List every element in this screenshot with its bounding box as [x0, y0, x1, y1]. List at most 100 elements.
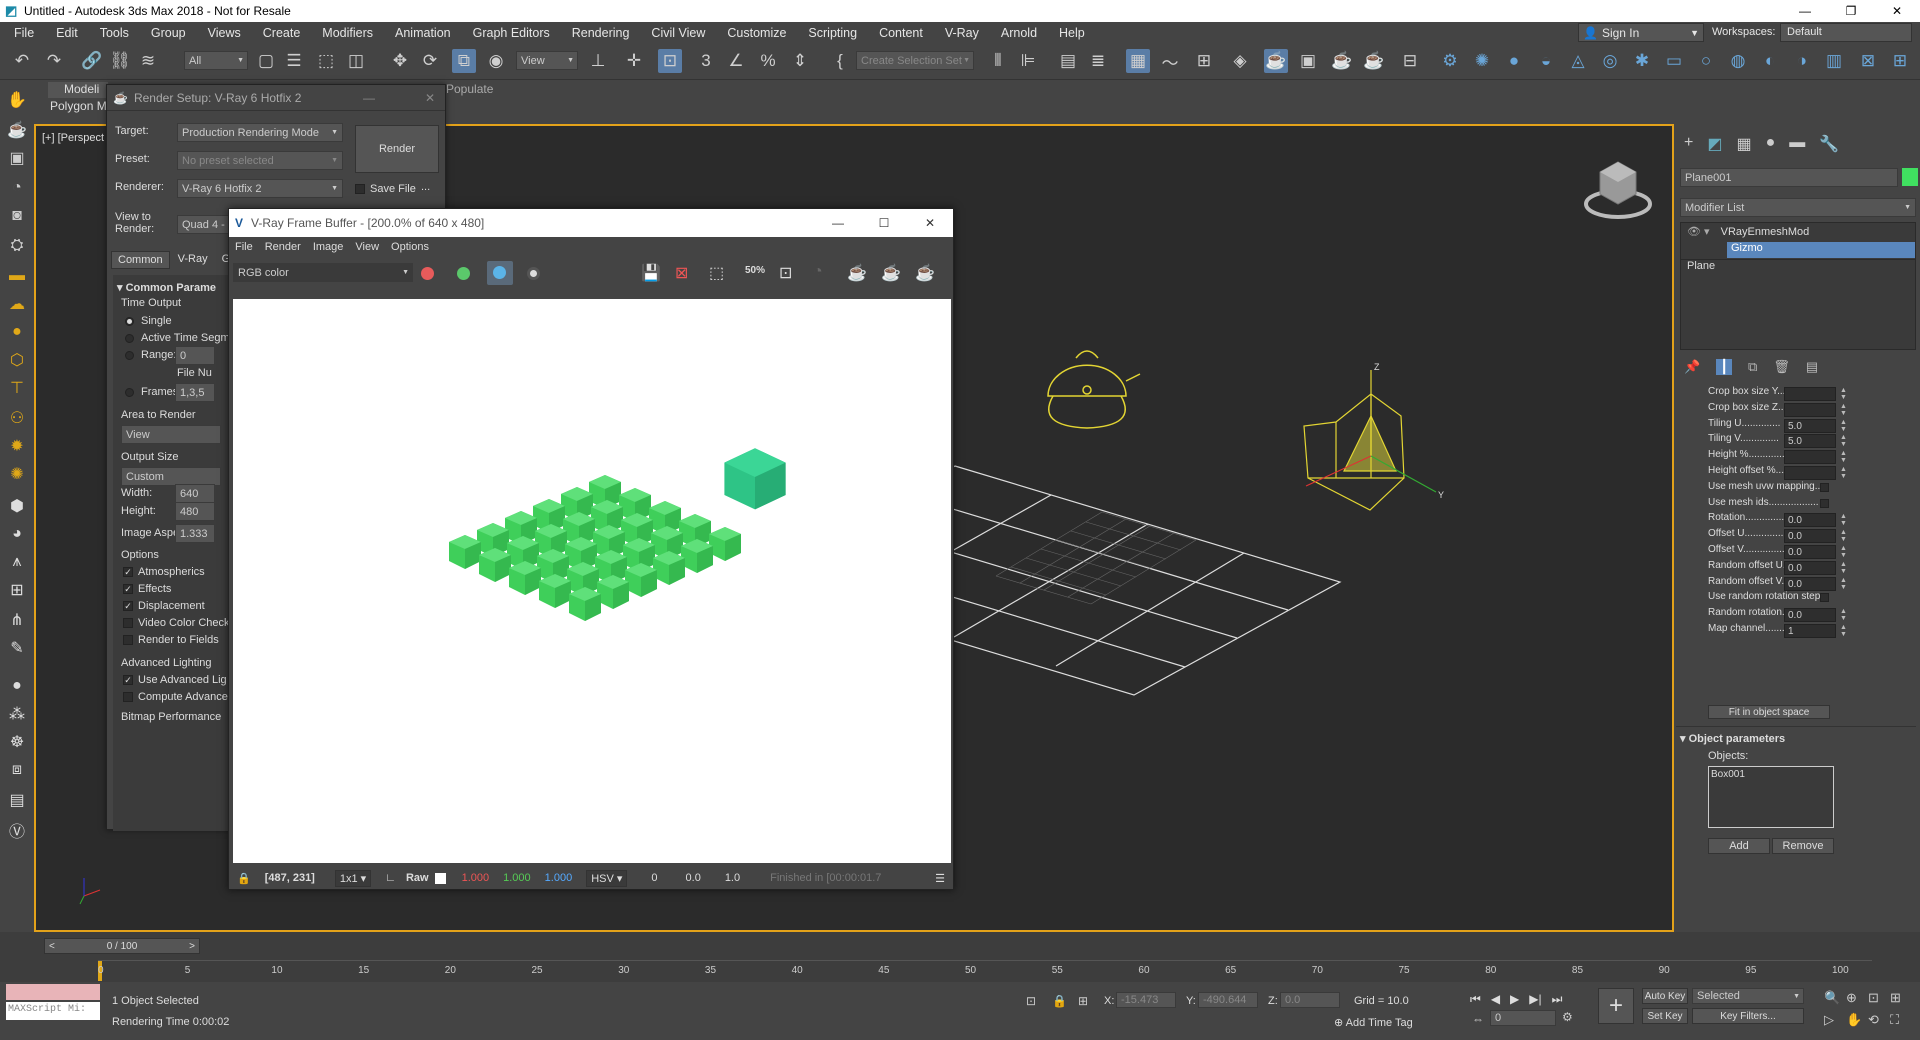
param-spinner[interactable]: [1784, 450, 1836, 465]
effects-checkbox[interactable]: ✓ Effects: [123, 583, 171, 595]
key-filters-button[interactable]: Key Filters...: [1692, 1008, 1804, 1024]
render-setup-close[interactable]: ✕: [425, 91, 435, 105]
param-spinner[interactable]: 0.0: [1784, 529, 1836, 544]
param-spinner[interactable]: 0.0: [1784, 608, 1836, 623]
vray-lights-icon[interactable]: ⚙: [1438, 49, 1462, 73]
biped-icon[interactable]: ⩚: [5, 550, 29, 574]
frames-radio[interactable]: Frames: [125, 386, 178, 398]
range-radio[interactable]: Range:: [125, 349, 176, 361]
go-to-start-icon[interactable]: ⏮: [1470, 992, 1481, 1007]
y-coord-field[interactable]: -490.644: [1198, 992, 1258, 1008]
paint-icon[interactable]: ✎: [5, 636, 29, 660]
named-sets-icon[interactable]: {: [828, 49, 852, 73]
param-spinner[interactable]: 5.0: [1784, 434, 1836, 449]
param-spinner[interactable]: 5.0: [1784, 418, 1836, 433]
key-mode-icon[interactable]: ⇔: [1472, 1012, 1484, 1026]
color-mode-dropdown[interactable]: HSV ▾: [586, 869, 628, 887]
vfb-close[interactable]: ✕: [907, 216, 953, 230]
material-sphere-icon[interactable]: ●: [5, 674, 29, 698]
vray-vfb-icon[interactable]: ▥: [1822, 49, 1846, 73]
scene-explorer-icon[interactable]: ≣: [1086, 49, 1110, 73]
menu-customize[interactable]: Customize: [716, 26, 797, 40]
previous-frame-icon[interactable]: ◀: [1491, 992, 1500, 1007]
workspaces-dropdown[interactable]: Default: [1780, 23, 1912, 42]
vfb-menu-view[interactable]: View: [349, 241, 385, 253]
grass-icon[interactable]: ⋔: [5, 608, 29, 632]
select-by-name-icon[interactable]: ☰: [282, 49, 306, 73]
spinner-arrows-icon[interactable]: ▲▼: [1840, 466, 1848, 480]
menu-graph-editors[interactable]: Graph Editors: [462, 26, 561, 40]
object-name-field[interactable]: Plane001: [1680, 168, 1898, 187]
ribbon-toggle-icon[interactable]: ▦: [1126, 49, 1150, 73]
time-slider[interactable]: < 0 / 100 >: [44, 938, 200, 954]
height-field[interactable]: 480: [175, 502, 215, 521]
snap-3d-icon[interactable]: 3: [694, 49, 718, 73]
save-file-checkbox[interactable]: Save File: [355, 183, 416, 195]
alpha-channel-icon[interactable]: [527, 267, 540, 280]
vfb-render-image[interactable]: [233, 299, 951, 863]
preset-dropdown[interactable]: No preset selected ▼: [177, 151, 343, 170]
objects-listbox[interactable]: Box001: [1708, 766, 1834, 828]
move-icon[interactable]: ✥: [388, 49, 412, 73]
param-checkbox[interactable]: [1820, 593, 1829, 603]
vfb-channel-dropdown[interactable]: RGB color ▼: [233, 263, 413, 282]
scale-icon[interactable]: ⧉: [452, 49, 476, 73]
vfb-maximize[interactable]: ☐: [861, 216, 907, 230]
spinner-snap-icon[interactable]: ⇕: [788, 49, 812, 73]
align-icon[interactable]: ⊫: [1016, 49, 1040, 73]
active-segment-radio[interactable]: Active Time Segm: [125, 332, 230, 344]
vray-logo-icon[interactable]: Ⓥ: [5, 818, 29, 842]
ribbon-tab-modeling[interactable]: Modeli: [48, 82, 108, 98]
camera-icon[interactable]: ◙: [5, 204, 29, 228]
skylight-icon[interactable]: ✺: [5, 462, 29, 486]
ratio-dropdown[interactable]: 1x1 ▾: [334, 869, 372, 887]
add-time-tag[interactable]: ⊕ Add Time Tag: [1334, 1016, 1413, 1029]
isolate-icon[interactable]: ⊡: [1026, 994, 1036, 1008]
sign-in-dropdown[interactable]: 👤 Sign In ▼: [1578, 23, 1704, 42]
render-production-icon[interactable]: ☕: [1330, 49, 1354, 73]
current-frame-field[interactable]: 0: [1490, 1010, 1556, 1026]
blue-channel-button[interactable]: [487, 261, 513, 285]
rect-selection-icon[interactable]: ⬚: [314, 49, 338, 73]
link-icon[interactable]: 🔗: [80, 49, 104, 73]
menu-edit[interactable]: Edit: [45, 26, 89, 40]
zoom-extents-icon[interactable]: ⊡: [1868, 990, 1890, 1006]
compute-advanced-checkbox[interactable]: Compute Advance: [123, 691, 228, 703]
param-spinner[interactable]: 1: [1784, 624, 1836, 638]
spinner-arrows-icon[interactable]: ▲▼: [1840, 450, 1848, 464]
percent-snap-icon[interactable]: %: [756, 49, 780, 73]
object-color-swatch[interactable]: [1902, 168, 1918, 186]
minimize-button[interactable]: —: [1782, 0, 1828, 22]
menu-arnold[interactable]: Arnold: [990, 26, 1048, 40]
mirror-icon[interactable]: ⫴: [986, 49, 1010, 73]
modifier-list-dropdown[interactable]: Modifier List ▼: [1680, 198, 1916, 217]
spinner-arrows-icon[interactable]: ▲▼: [1840, 529, 1848, 543]
clear-image-icon[interactable]: ⊠: [675, 263, 688, 283]
lights-icon[interactable]: ▬: [5, 264, 29, 288]
fit-in-object-space-button[interactable]: Fit in object space: [1708, 705, 1830, 719]
render-setup-icon[interactable]: ☕: [1264, 49, 1288, 73]
vray-clipper-icon[interactable]: ⊠: [1856, 49, 1880, 73]
objects-list-item[interactable]: Box001: [1711, 769, 1745, 780]
vray-mesh-icon[interactable]: ◍: [1726, 49, 1750, 73]
curve-editor-icon[interactable]: 〜: [1158, 49, 1182, 73]
param-spinner[interactable]: 0.0: [1784, 513, 1836, 528]
menu-rendering[interactable]: Rendering: [561, 26, 641, 40]
fov-icon[interactable]: ▷: [1824, 1012, 1846, 1028]
spinner-arrows-icon[interactable]: ▲▼: [1840, 577, 1848, 591]
menu-modifiers[interactable]: Modifiers: [311, 26, 384, 40]
layer-explorer-icon[interactable]: ▤: [1056, 49, 1080, 73]
rendered-frame-window-icon[interactable]: ▣: [1296, 49, 1320, 73]
undo-icon[interactable]: ↶: [10, 49, 34, 73]
select-object-icon[interactable]: ▢: [254, 49, 278, 73]
save-file-browse[interactable]: ...: [421, 181, 430, 193]
dynamics-icon[interactable]: ⧈: [5, 758, 29, 782]
spinner-arrows-icon[interactable]: ▲▼: [1840, 434, 1848, 448]
single-radio[interactable]: Single: [125, 315, 172, 327]
maxscript-input[interactable]: MAXScript Mi:: [6, 1002, 100, 1020]
render-icon[interactable]: ☕: [915, 263, 935, 283]
zoom-extents-all-icon[interactable]: ⊞: [1890, 990, 1912, 1006]
reference-coord-dropdown[interactable]: View ▼: [516, 51, 578, 70]
video-color-check-checkbox[interactable]: Video Color Check: [123, 617, 230, 629]
stack-item-vrayenmeshmod[interactable]: 👁 ▾ VRayEnmeshMod: [1681, 225, 1915, 241]
